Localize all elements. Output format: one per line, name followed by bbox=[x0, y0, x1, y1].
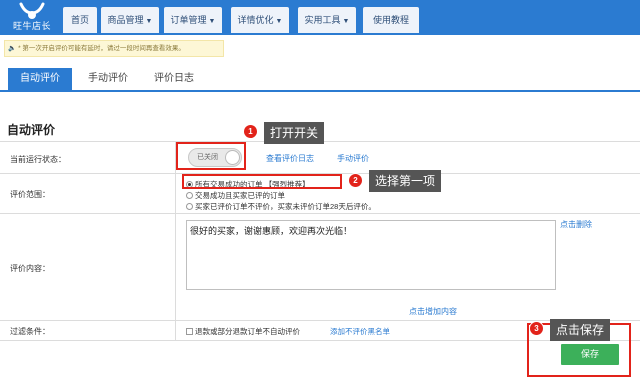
speaker-icon: 🔈 bbox=[8, 45, 17, 52]
nav-item-detail-optimization[interactable]: 详情优化 ▼ bbox=[231, 7, 289, 33]
notice-bar: 🔈 * 第一次开启评价可能有延时，请过一段时间再查看效果。 bbox=[4, 40, 224, 57]
nav-item-tools[interactable]: 实用工具 ▼ bbox=[298, 7, 356, 33]
app-logo-text: 旺牛店长 bbox=[12, 21, 51, 31]
annotation-badge-3: 3 bbox=[529, 321, 544, 336]
scope-label: 评价范围： bbox=[10, 190, 50, 199]
row-divider bbox=[175, 214, 176, 320]
tab-label: 评价日志 bbox=[154, 73, 194, 84]
nav-item-label: 订单管理 bbox=[170, 15, 207, 25]
nav-item-home[interactable]: 首页 bbox=[63, 7, 97, 33]
tab-review-log[interactable]: 评价日志 bbox=[145, 68, 203, 90]
status-row: 当前运行状态： 已关闭 查看评价日志 手动评价 bbox=[0, 142, 640, 174]
annotation-callout-1: 打开开关 bbox=[264, 122, 325, 144]
notice-text: * 第一次开启评价可能有延时，请过一段时间再查看效果。 bbox=[18, 45, 185, 52]
tab-bar: 自动评价 手动评价 评价日志 bbox=[0, 68, 640, 92]
delete-content-link[interactable]: 点击删除 bbox=[560, 219, 592, 230]
checkbox-label: 退款或部分退款订单不自动评价 bbox=[195, 327, 300, 336]
nav-item-label: 使用教程 bbox=[372, 15, 409, 25]
tab-label: 自动评价 bbox=[20, 73, 60, 84]
nav-item-order-management[interactable]: 订单管理 ▼ bbox=[164, 7, 222, 33]
annotation-badge-1: 1 bbox=[243, 124, 258, 139]
radio-icon bbox=[186, 192, 193, 199]
app-logo[interactable]: 旺牛店长 bbox=[4, 1, 60, 34]
add-content-link[interactable]: 点击增加内容 bbox=[409, 306, 457, 317]
annotation-box-scope bbox=[182, 174, 342, 189]
chevron-down-icon: ▼ bbox=[275, 18, 283, 25]
tab-auto-review[interactable]: 自动评价 bbox=[8, 68, 72, 90]
checkbox-icon bbox=[186, 328, 193, 335]
content-row: 评价内容： 很好的买家，谢谢惠顾，欢迎再次光临！ 点击删除 点击增加内容 bbox=[0, 214, 640, 321]
top-header: 旺牛店长 首页 商品管理 ▼ 订单管理 ▼ 详情优化 ▼ 实用工具 ▼ 使用教程 bbox=[0, 0, 640, 35]
row-divider bbox=[175, 321, 176, 340]
annotation-callout-2: 选择第一项 bbox=[369, 170, 442, 192]
annotation-badge-2: 2 bbox=[348, 173, 363, 188]
annotation-box-toggle bbox=[176, 142, 246, 170]
content-label: 评价内容： bbox=[10, 264, 50, 273]
chevron-down-icon: ▼ bbox=[208, 18, 216, 25]
scope-option-buyer-reviewed[interactable]: 交易成功且买家已评的订单 bbox=[186, 190, 285, 201]
radio-icon bbox=[186, 203, 193, 210]
refund-filter-checkbox[interactable]: 退款或部分退款订单不自动评价 bbox=[186, 326, 300, 337]
section-title: 自动评价 bbox=[7, 123, 56, 137]
nav-item-label: 首页 bbox=[70, 15, 89, 25]
nav-item-label: 实用工具 bbox=[304, 15, 341, 25]
status-label: 当前运行状态： bbox=[10, 155, 66, 164]
tab-manual-review[interactable]: 手动评价 bbox=[79, 68, 137, 90]
nav-item-label: 详情优化 bbox=[237, 15, 274, 25]
option-label: 买家已评价订单不评价，买家未评价订单28天后评价。 bbox=[195, 202, 376, 211]
chevron-down-icon: ▼ bbox=[342, 18, 350, 25]
nav-item-label: 商品管理 bbox=[107, 15, 144, 25]
nav-item-product-management[interactable]: 商品管理 ▼ bbox=[101, 7, 159, 33]
review-content-textarea[interactable]: 很好的买家，谢谢惠顾，欢迎再次光临！ bbox=[186, 220, 556, 290]
nav-item-tutorial[interactable]: 使用教程 bbox=[363, 7, 419, 33]
option-label: 交易成功且买家已评的订单 bbox=[195, 191, 285, 200]
bull-logo-icon bbox=[4, 1, 60, 21]
scope-option-28-days[interactable]: 买家已评价订单不评价，买家未评价订单28天后评价。 bbox=[186, 201, 376, 212]
view-log-link[interactable]: 查看评价日志 bbox=[266, 153, 314, 164]
chevron-down-icon: ▼ bbox=[145, 18, 153, 25]
filter-label: 过滤条件： bbox=[10, 327, 50, 336]
tab-label: 手动评价 bbox=[88, 73, 128, 84]
add-blacklist-link[interactable]: 添加不评价黑名单 bbox=[330, 326, 390, 337]
manual-review-link[interactable]: 手动评价 bbox=[337, 153, 369, 164]
row-divider bbox=[175, 174, 176, 213]
annotation-callout-3: 点击保存 bbox=[550, 319, 611, 341]
